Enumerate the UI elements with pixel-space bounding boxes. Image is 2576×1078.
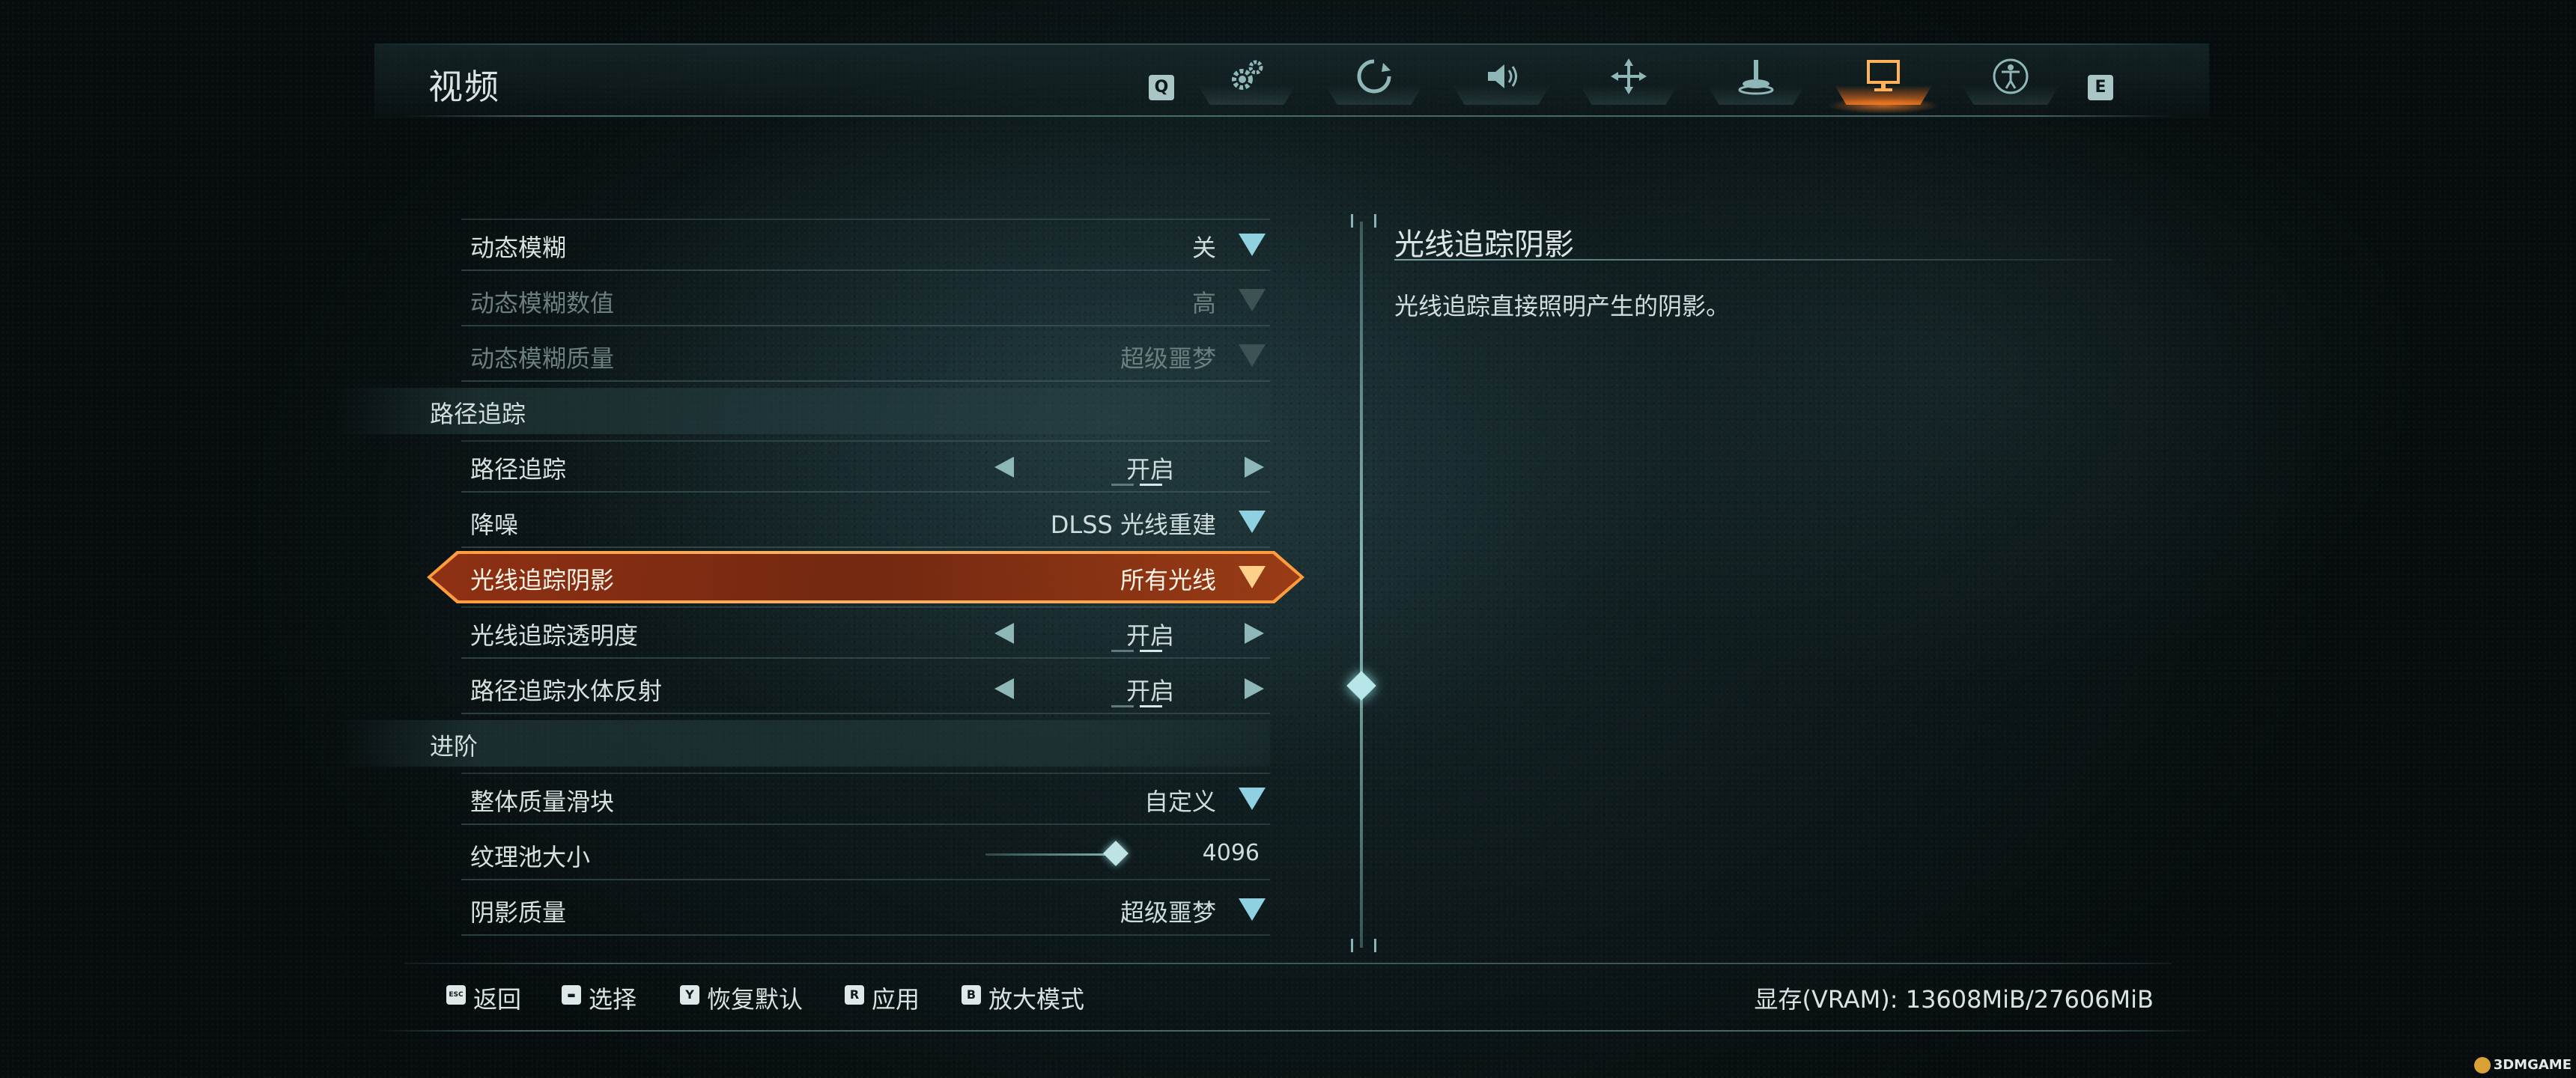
dropdown-arrow-icon[interactable]: [1239, 898, 1266, 921]
watermark-text: 3DMGAME: [2493, 1057, 2572, 1073]
setting-label: 动态模糊数值: [470, 289, 615, 317]
tab-audio[interactable]: [1453, 52, 1550, 105]
footer-label: 返回: [473, 985, 522, 1014]
setting-label: 阴影质量: [470, 898, 567, 927]
setting-label: 纹理池大小: [470, 843, 591, 871]
tab-gamepad[interactable]: [1707, 52, 1805, 105]
r-key-icon: R: [845, 985, 864, 1005]
arrow-left-icon[interactable]: [994, 457, 1014, 478]
header-bottom-line: [401, 115, 2176, 117]
page-title: 视频: [428, 67, 500, 107]
accessibility-icon: [1993, 58, 2029, 94]
tab-camera[interactable]: [1325, 52, 1423, 105]
setting-row-path-tracing[interactable]: 路径追踪 开启: [461, 440, 1270, 493]
arrow-right-icon[interactable]: [1245, 678, 1264, 699]
setting-value: 自定义: [1143, 788, 1216, 816]
scroll-bottom-cap: [1351, 939, 1376, 952]
setting-row-pt-water-reflections[interactable]: 路径追踪水体反射 开启: [461, 662, 1270, 714]
esc-key-icon: ESC: [446, 985, 466, 1005]
scroll-top-cap: [1351, 214, 1376, 228]
setting-value: 高: [1191, 289, 1216, 317]
tab-general[interactable]: [1198, 52, 1295, 105]
footer-label: 放大模式: [988, 985, 1085, 1014]
description-divider: [1394, 259, 2113, 261]
setting-value: 所有光线: [1120, 566, 1216, 594]
setting-value: 开启: [1126, 677, 1174, 705]
section-header-path-tracing: 路径追踪: [337, 388, 1270, 434]
dropdown-arrow-icon: [1239, 344, 1266, 367]
footer-label: 选择: [589, 985, 637, 1014]
setting-row-texture-pool[interactable]: 纹理池大小 4096: [461, 828, 1270, 880]
slider-value: 4096: [1202, 840, 1260, 866]
slider-track[interactable]: [985, 853, 1119, 856]
setting-label: 路径追踪: [470, 455, 567, 484]
section-label: 路径追踪: [430, 400, 526, 428]
space-key-icon: ▬: [562, 985, 581, 1005]
footer-label: 应用: [872, 985, 920, 1014]
description-title: 光线追踪阴影: [1394, 228, 1574, 262]
setting-value: 超级噩梦: [1120, 344, 1216, 373]
b-key-icon: B: [962, 985, 981, 1005]
setting-value: 超级噩梦: [1120, 898, 1216, 927]
setting-value: 关: [1191, 234, 1216, 262]
setting-value: 开启: [1126, 455, 1174, 484]
dropdown-arrow-icon[interactable]: [1239, 511, 1266, 533]
setting-value: 开启: [1126, 621, 1174, 650]
slider-handle[interactable]: [1103, 841, 1129, 866]
setting-label: 光线追踪阴影: [470, 566, 615, 594]
video-settings-screen: 视频 Q E 动态模糊 关 动态模糊数值 高 动态模糊质量 超级噩梦 路径追踪 …: [0, 0, 2576, 1078]
arrow-right-icon[interactable]: [1245, 623, 1264, 644]
joystick-icon: [1738, 60, 1774, 95]
vram-usage: 显存(VRAM): 13608MiB/27606MiB: [1754, 985, 2154, 1014]
y-key-icon: Y: [680, 985, 699, 1005]
dropdown-arrow-icon[interactable]: [1239, 788, 1266, 810]
dropdown-arrow-icon: [1239, 289, 1266, 311]
tab-video[interactable]: [1827, 52, 1939, 114]
arrow-right-icon[interactable]: [1245, 457, 1264, 478]
setting-label: 光线追踪透明度: [470, 621, 639, 650]
section-header-advanced: 进阶: [337, 720, 1270, 767]
setting-row-motion-blur-amount: 动态模糊数值 高: [461, 274, 1270, 326]
setting-label: 路径追踪水体反射: [470, 677, 663, 705]
dropdown-arrow-icon[interactable]: [1239, 234, 1266, 256]
toggle-indicator: [1099, 705, 1201, 707]
setting-row-motion-blur-quality: 动态模糊质量 超级噩梦: [461, 329, 1270, 382]
watermark: 3DMGAME: [2473, 1057, 2572, 1074]
background-texture: [0, 0, 2576, 1078]
setting-row-rt-shadows[interactable]: 光线追踪阴影 所有光线: [461, 551, 1270, 603]
footer-label: 恢复默认: [707, 985, 804, 1014]
arrow-left-icon[interactable]: [994, 678, 1014, 699]
setting-row-shadow-quality[interactable]: 阴影质量 超级噩梦: [461, 883, 1270, 936]
scrollbar-thumb[interactable]: [1346, 671, 1376, 701]
prev-tab-key-hint[interactable]: Q: [1149, 75, 1174, 100]
setting-label: 整体质量滑块: [470, 788, 615, 816]
setting-label: 降噪: [470, 511, 519, 539]
setting-row-denoiser[interactable]: 降噪 DLSS 光线重建: [461, 496, 1270, 548]
footer-divider: [404, 963, 2172, 964]
speaker-icon: [1488, 64, 1517, 88]
toggle-indicator: [1099, 484, 1201, 486]
gear-icon: [1232, 60, 1263, 90]
setting-row-motion-blur[interactable]: 动态模糊 关: [461, 219, 1270, 271]
monitor-icon: [1867, 60, 1900, 91]
scrollbar-track[interactable]: [1360, 222, 1363, 948]
setting-row-overall-quality[interactable]: 整体质量滑块 自定义: [461, 773, 1270, 825]
move-icon: [1611, 58, 1647, 94]
setting-label: 动态模糊质量: [470, 344, 615, 373]
arrow-left-icon[interactable]: [994, 623, 1014, 644]
tab-accessibility[interactable]: [1962, 52, 2059, 105]
watermark-logo-icon: [2473, 1057, 2491, 1074]
setting-row-rt-transparency[interactable]: 光线追踪透明度 开启: [461, 606, 1270, 659]
camera-icon: [1357, 59, 1391, 94]
dropdown-arrow-icon[interactable]: [1239, 566, 1266, 588]
setting-label: 动态模糊: [470, 234, 567, 262]
tab-controls[interactable]: [1580, 52, 1677, 105]
next-tab-key-hint[interactable]: E: [2088, 75, 2113, 100]
section-label: 进阶: [430, 732, 479, 761]
bottom-frame-line: [374, 1030, 2209, 1032]
description-text: 光线追踪直接照明产生的阴影。: [1394, 292, 1731, 320]
setting-value: DLSS 光线重建: [1050, 511, 1216, 539]
toggle-indicator: [1099, 650, 1201, 652]
